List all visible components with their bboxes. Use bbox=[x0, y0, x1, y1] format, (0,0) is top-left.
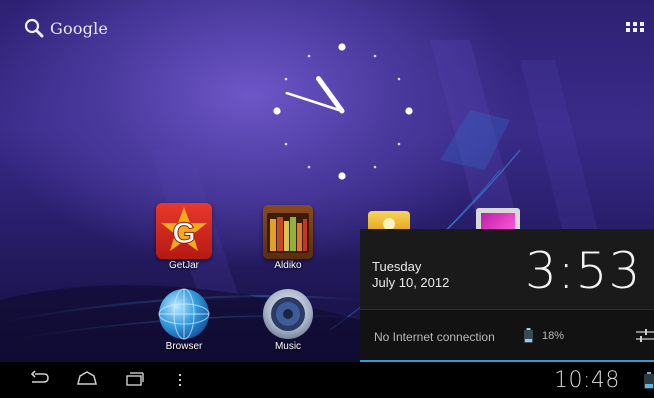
notification-date: July 10, 2012 bbox=[372, 275, 450, 290]
app-gallery-partial[interactable] bbox=[476, 208, 520, 231]
battery-percent: 18% bbox=[542, 330, 565, 342]
status-clock[interactable]: 10:48 bbox=[554, 368, 620, 393]
notification-clock: 3:53 bbox=[525, 242, 642, 300]
app-getjar[interactable]: G GetJar bbox=[148, 203, 220, 271]
network-status: No Internet connection bbox=[374, 330, 495, 344]
getjar-icon: G bbox=[156, 203, 212, 259]
all-apps-icon[interactable] bbox=[626, 22, 644, 36]
menu-icon[interactable] bbox=[176, 370, 184, 390]
recent-apps-icon[interactable] bbox=[125, 370, 145, 390]
music-icon bbox=[260, 286, 316, 342]
status-battery-icon bbox=[644, 372, 654, 389]
app-label: GetJar bbox=[168, 260, 199, 271]
app-label: Music bbox=[274, 341, 302, 352]
app-label: Browser bbox=[165, 341, 203, 352]
notification-day: Tuesday bbox=[372, 259, 422, 274]
google-search-bar[interactable]: Google bbox=[24, 18, 108, 38]
app-label: Aldiko bbox=[274, 260, 302, 271]
battery-icon bbox=[524, 328, 533, 343]
system-bar: 10:48 bbox=[0, 362, 654, 398]
settings-sliders-icon[interactable] bbox=[636, 328, 654, 344]
back-icon[interactable] bbox=[28, 370, 50, 390]
home-icon[interactable] bbox=[76, 370, 98, 390]
app-email-partial[interactable] bbox=[368, 211, 410, 231]
svg-text:G: G bbox=[172, 217, 195, 250]
analog-clock-widget[interactable] bbox=[262, 34, 422, 194]
search-label: Google bbox=[50, 18, 109, 38]
app-browser[interactable]: Browser bbox=[148, 286, 220, 352]
app-aldiko[interactable]: Aldiko bbox=[252, 205, 324, 271]
notification-panel[interactable]: Tuesday July 10, 2012 3:53 No Internet c… bbox=[360, 229, 654, 362]
aldiko-icon bbox=[263, 205, 313, 259]
divider bbox=[360, 309, 654, 310]
search-icon bbox=[24, 18, 44, 38]
browser-icon bbox=[156, 286, 212, 342]
app-music[interactable]: Music bbox=[252, 286, 324, 352]
